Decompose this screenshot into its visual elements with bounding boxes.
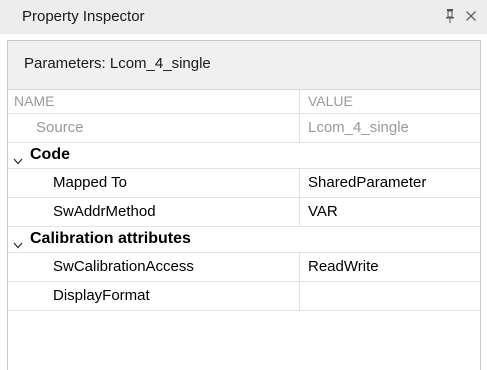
property-value-cell[interactable]: SharedParameter — [300, 169, 480, 197]
property-grid: NAME VALUE Source Lcom_4_single Code Map… — [8, 90, 480, 311]
pin-icon[interactable] — [444, 8, 456, 24]
column-header-value-label: VALUE — [308, 93, 353, 109]
property-name: Mapped To — [53, 174, 127, 191]
property-row-swaddrmethod[interactable]: SwAddrMethod VAR — [8, 198, 480, 227]
property-inspector-panel: Property Inspector Parameters: Lcom_4_si… — [0, 0, 487, 370]
title-bar: Property Inspector — [0, 0, 487, 34]
panel-title: Property Inspector — [22, 8, 145, 25]
property-name: SwAddrMethod — [53, 203, 156, 220]
group-header-calibration-attributes[interactable]: Calibration attributes — [8, 227, 480, 253]
group-title: Code — [30, 146, 70, 163]
parameters-label: Parameters: Lcom_4_single — [24, 55, 211, 72]
chevron-down-icon[interactable] — [13, 236, 23, 249]
property-name-cell: DisplayFormat — [8, 282, 300, 310]
property-name-cell: SwAddrMethod — [8, 198, 300, 226]
property-value: Lcom_4_single — [308, 119, 409, 136]
column-header-value[interactable]: VALUE — [300, 90, 480, 113]
property-value: VAR — [308, 203, 338, 220]
property-row-swcalibrationaccess[interactable]: SwCalibrationAccess ReadWrite — [8, 253, 480, 282]
property-row-mapped-to[interactable]: Mapped To SharedParameter — [8, 169, 480, 198]
property-name-cell: Mapped To — [8, 169, 300, 197]
column-header-name-label: NAME — [14, 93, 55, 109]
property-value-cell: Lcom_4_single — [300, 114, 480, 142]
chevron-down-icon[interactable] — [13, 152, 23, 165]
close-icon[interactable] — [465, 9, 477, 21]
property-value: ReadWrite — [308, 258, 379, 275]
property-name: Source — [36, 119, 84, 136]
property-name-cell: Source — [8, 114, 300, 142]
property-value-cell[interactable]: ReadWrite — [300, 253, 480, 281]
property-value-cell[interactable] — [300, 282, 480, 310]
property-name-cell: SwCalibrationAccess — [8, 253, 300, 281]
group-header-code[interactable]: Code — [8, 143, 480, 169]
property-value-cell[interactable]: VAR — [300, 198, 480, 226]
property-row-source[interactable]: Source Lcom_4_single — [8, 114, 480, 143]
group-title: Calibration attributes — [30, 230, 191, 247]
grid-column-headers: NAME VALUE — [8, 90, 480, 114]
parameters-header: Parameters: Lcom_4_single — [8, 41, 480, 90]
property-value: SharedParameter — [308, 174, 427, 191]
property-name: DisplayFormat — [53, 287, 150, 304]
property-name: SwCalibrationAccess — [53, 258, 194, 275]
property-row-displayformat[interactable]: DisplayFormat — [8, 282, 480, 311]
column-header-name[interactable]: NAME — [8, 90, 300, 113]
inspector-content: Parameters: Lcom_4_single NAME VALUE Sou… — [7, 40, 481, 370]
